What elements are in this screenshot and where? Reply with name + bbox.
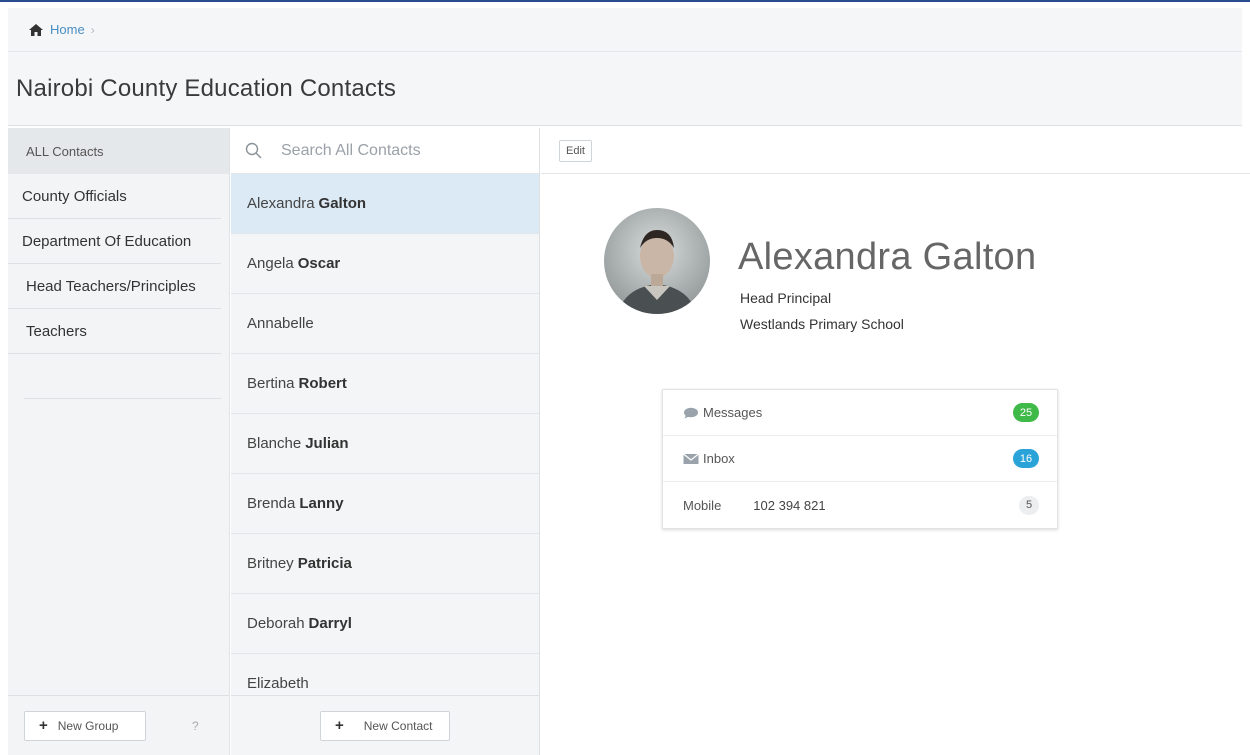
all-contacts-group[interactable]: ALL Contacts — [8, 128, 229, 174]
contact-first-name: Annabelle — [247, 315, 314, 332]
contact-role: Head Principal — [740, 290, 832, 306]
mobile-number: 102 394 821 — [753, 497, 826, 513]
contact-last-name: Darryl — [308, 615, 352, 632]
breadcrumb: Home › — [8, 8, 1242, 52]
new-group-label: New Group — [57, 718, 119, 733]
new-contact-button[interactable]: + New Contact — [320, 710, 450, 741]
contact-first-name: Angela — [247, 255, 294, 272]
contact-row[interactable]: Bertina Robert — [231, 354, 539, 414]
messages-count-badge: 25 — [1013, 403, 1039, 422]
contacts-footer: + New Contact — [231, 695, 539, 755]
contact-last-name: Robert — [298, 375, 347, 392]
contact-last-name: Lanny — [299, 495, 344, 512]
contact-first-name: Blanche — [247, 435, 302, 452]
page-header: Nairobi County Education Contacts — [8, 52, 1242, 126]
breadcrumb-separator: › — [90, 22, 95, 37]
contact-first-name: Britney — [247, 555, 294, 572]
inbox-row[interactable]: Inbox 16 — [663, 436, 1057, 482]
new-contact-label: New Contact — [363, 718, 433, 733]
contact-last-name: Oscar — [297, 255, 341, 272]
inbox-count-badge: 16 — [1013, 449, 1039, 468]
group-county-officials[interactable]: County Officials — [8, 174, 221, 219]
top-accent-line — [0, 0, 1250, 2]
contact-detail-panel: Edit Alexandra Galton Head Principal Wes… — [541, 128, 1250, 755]
avatar — [604, 208, 710, 314]
contact-first-name: Deborah — [247, 615, 305, 632]
group-department-of-education[interactable]: Department Of Education — [8, 219, 221, 264]
contact-row[interactable]: Alexandra Galton — [231, 174, 539, 234]
search-bar — [231, 128, 539, 174]
avatar-photo — [604, 208, 710, 314]
contacts-list-panel: AlexandraGalton AngelaOscar Annabelle Be… — [231, 128, 540, 755]
contact-first-name: Elizabeth — [247, 675, 309, 692]
breadcrumb-home-link[interactable]: Home — [50, 22, 85, 37]
contact-row[interactable]: Blanche Julian — [231, 414, 539, 474]
mobile-label: Mobile — [683, 497, 722, 513]
contact-first-name: Alexandra — [247, 195, 315, 212]
groups-sidebar: ALL Contacts County Officials Department… — [8, 128, 230, 755]
envelope-icon — [683, 453, 699, 464]
home-icon[interactable] — [28, 23, 44, 37]
edit-button[interactable]: Edit — [559, 139, 592, 162]
mobile-row[interactable]: Mobile 102 394 821 5 — [663, 482, 1057, 528]
group-teachers[interactable]: Teachers — [8, 309, 221, 354]
contact-school: Westlands Primary School — [740, 316, 904, 332]
inbox-label: Inbox — [703, 451, 735, 466]
contact-name: Alexandra Galton — [738, 236, 1037, 278]
contact-row[interactable]: Brenda Lanny — [231, 474, 539, 534]
contact-stats-card: Messages 25 Inbox 16 Mobile 102 394 821 … — [662, 389, 1058, 529]
detail-toolbar: Edit — [541, 128, 1250, 174]
contact-row[interactable]: Annabelle — [231, 294, 539, 354]
new-group-button[interactable]: + New Group — [24, 710, 146, 741]
search-icon — [245, 142, 262, 158]
group-empty-slot — [24, 354, 221, 399]
groups-footer: + New Group ? — [8, 695, 229, 755]
mobile-count-badge: 5 — [1019, 495, 1039, 515]
plus-icon: + — [39, 717, 48, 734]
contact-last-name: Patricia — [297, 555, 352, 572]
plus-icon: + — [335, 717, 344, 734]
contact-last-name: Julian — [305, 435, 349, 452]
contact-row[interactable]: Angela Oscar — [231, 234, 539, 294]
contact-first-name: Bertina — [247, 375, 295, 392]
page-title: Nairobi County Education Contacts — [16, 74, 397, 102]
contact-row[interactable]: Deborah Darryl — [231, 594, 539, 654]
contact-first-name: Brenda — [247, 495, 296, 512]
help-icon[interactable]: ? — [192, 719, 199, 733]
speech-bubble-icon — [684, 407, 698, 418]
messages-label: Messages — [703, 405, 763, 420]
search-input[interactable] — [281, 141, 521, 160]
group-head-teachers[interactable]: Head Teachers/Principles — [8, 264, 221, 309]
contact-last-name: Galton — [318, 195, 367, 212]
contact-row[interactable]: Britney Patricia — [231, 534, 539, 594]
messages-row[interactable]: Messages 25 — [663, 390, 1057, 436]
